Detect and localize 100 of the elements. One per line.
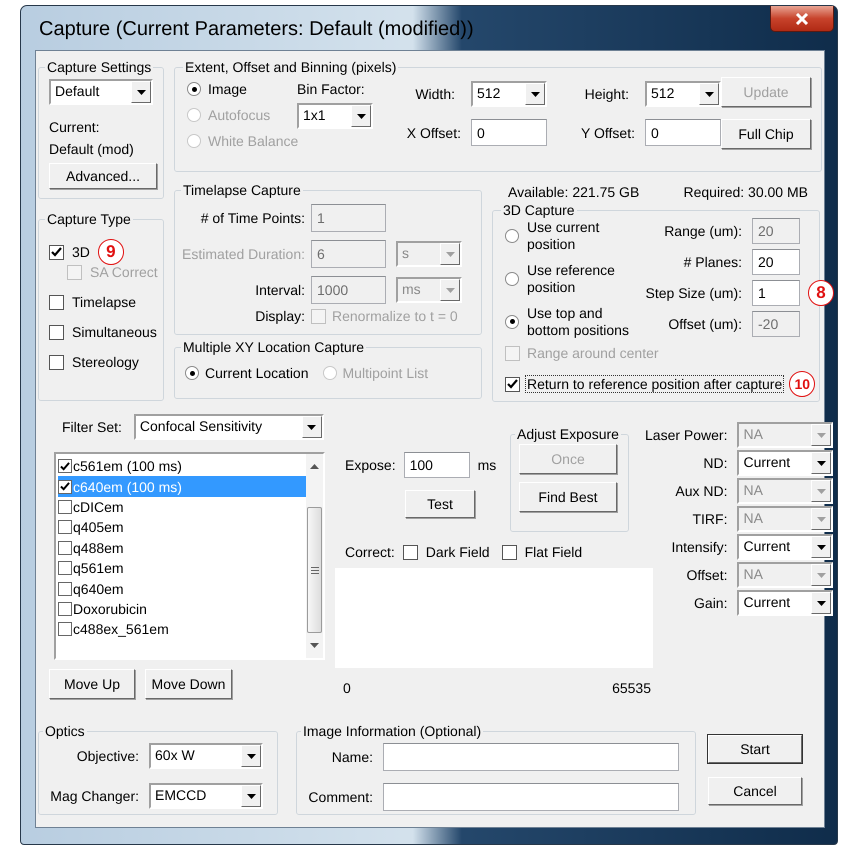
list-item[interactable]: q405em: [58, 517, 306, 538]
checkbox[interactable]: [58, 602, 72, 616]
test-button[interactable]: Test: [405, 490, 475, 518]
dropdown[interactable]: Default: [49, 79, 153, 105]
checkbox[interactable]: [58, 480, 72, 494]
text-field[interactable]: 1000: [311, 276, 386, 304]
label: Default (mod): [49, 141, 135, 157]
dropdown[interactable]: Confocal Sensitivity: [134, 414, 324, 440]
scroll-thumb[interactable]: [307, 507, 322, 633]
text-field[interactable]: 0: [471, 119, 547, 146]
checkbox[interactable]: [502, 544, 517, 560]
label: Objective:: [76, 748, 139, 764]
move-up-button[interactable]: Move Up: [49, 669, 135, 699]
checkbox[interactable]: [58, 582, 72, 596]
caret-icon: [246, 754, 256, 758]
list-item[interactable]: c488ex_561em: [58, 619, 306, 640]
checkbox-label: Dark Field: [426, 544, 490, 560]
checkbox-label: Renormalize to t = 0: [332, 308, 458, 324]
dropdown[interactable]: EMCCD: [149, 783, 263, 809]
radio-label: Autofocus: [208, 107, 270, 123]
label: # of Time Points:: [200, 210, 305, 226]
checkbox[interactable]: [49, 354, 64, 370]
checkbox-label: 3D: [72, 244, 90, 260]
dropdown[interactable]: Current: [737, 450, 834, 476]
text-field[interactable]: [383, 783, 679, 811]
label: Intensify:: [671, 539, 728, 555]
advanced-button[interactable]: Advanced...: [49, 163, 157, 189]
group-title: Multiple XY Location Capture: [182, 339, 366, 355]
label: Interval:: [254, 282, 305, 298]
label: Comment:: [307, 789, 373, 805]
scroll-up-icon[interactable]: [310, 464, 319, 469]
checkbox[interactable]: [49, 294, 64, 310]
caret-icon: [446, 252, 454, 256]
label: Correct:: [345, 544, 395, 560]
checkbox[interactable]: [58, 622, 72, 636]
radio-button[interactable]: [185, 366, 199, 380]
text-field[interactable]: [383, 743, 679, 771]
checkbox[interactable]: [505, 376, 520, 392]
caret-icon: [136, 90, 146, 94]
label: Aux ND:: [675, 483, 728, 499]
text-field[interactable]: 100: [404, 452, 470, 478]
checkbox-label: Range around center: [526, 345, 660, 361]
full-chip-button[interactable]: Full Chip: [721, 119, 811, 149]
label: Offset (um):: [667, 316, 742, 332]
list-item[interactable]: q488em: [58, 538, 306, 558]
group-title: Adjust Exposure: [516, 426, 620, 442]
radio-button[interactable]: [187, 82, 201, 96]
caret-icon: [816, 432, 826, 438]
list-item[interactable]: Doxorubicin: [58, 598, 306, 620]
list-item[interactable]: q640em: [58, 578, 306, 599]
group-title: Capture Type: [46, 211, 132, 227]
scrollbar[interactable]: [306, 454, 323, 658]
close-button[interactable]: [770, 6, 834, 32]
dropdown[interactable]: 1x1: [297, 103, 373, 129]
radio-label: Multipoint List: [342, 365, 428, 381]
checkbox[interactable]: [58, 520, 72, 534]
checkbox[interactable]: [402, 544, 418, 560]
group-title: Image Information (Optional): [302, 723, 482, 739]
scroll-down-icon[interactable]: [310, 643, 319, 648]
move-down-button[interactable]: Move Down: [145, 669, 232, 699]
label: 0: [343, 680, 351, 696]
label: Required: 30.00 MB: [683, 184, 808, 200]
list-item[interactable]: q561em: [58, 558, 306, 578]
checkbox-label: Flat Field: [524, 544, 582, 560]
checkbox-label: Return to reference position after capture: [526, 376, 784, 392]
text-field[interactable]: 1: [311, 204, 386, 232]
checkbox[interactable]: [49, 324, 64, 340]
radio-label: White Balance: [208, 133, 298, 149]
radio-button[interactable]: [505, 314, 519, 328]
radio-button[interactable]: [505, 228, 519, 242]
checkbox[interactable]: [58, 540, 72, 555]
cancel-button[interactable]: Cancel: [708, 777, 802, 805]
dropdown[interactable]: Current: [737, 534, 834, 560]
text-field[interactable]: 1: [752, 280, 800, 306]
find-best-button[interactable]: Find Best: [519, 482, 617, 512]
dropdown[interactable]: 60x W: [149, 743, 263, 769]
close-icon: [795, 12, 809, 24]
caret-icon: [307, 424, 316, 430]
list-item[interactable]: cDICem: [58, 496, 306, 518]
caret-icon: [246, 794, 256, 798]
dropdown[interactable]: 512: [645, 81, 721, 107]
checkbox[interactable]: [58, 459, 72, 474]
checkbox[interactable]: [49, 244, 64, 260]
caret-icon: [816, 488, 826, 494]
dropdown[interactable]: 512: [471, 81, 547, 107]
caret-icon: [816, 600, 826, 606]
start-button[interactable]: Start: [708, 735, 802, 763]
checkbox[interactable]: [58, 500, 72, 514]
text-field[interactable]: 0: [645, 119, 721, 146]
text-field[interactable]: 20: [752, 249, 800, 275]
caret-icon: [356, 114, 366, 118]
label: # Planes:: [682, 254, 742, 270]
list-item[interactable]: c561em (100 ms): [58, 456, 306, 476]
caret-icon: [530, 92, 540, 96]
group-title: 3D Capture: [502, 202, 576, 218]
group-title: Extent, Offset and Binning (pixels): [184, 59, 398, 75]
label: Available: 221.75 GB: [508, 184, 640, 200]
radio-button[interactable]: [505, 272, 519, 286]
checkbox[interactable]: [58, 561, 72, 576]
dropdown[interactable]: Current: [737, 590, 834, 616]
